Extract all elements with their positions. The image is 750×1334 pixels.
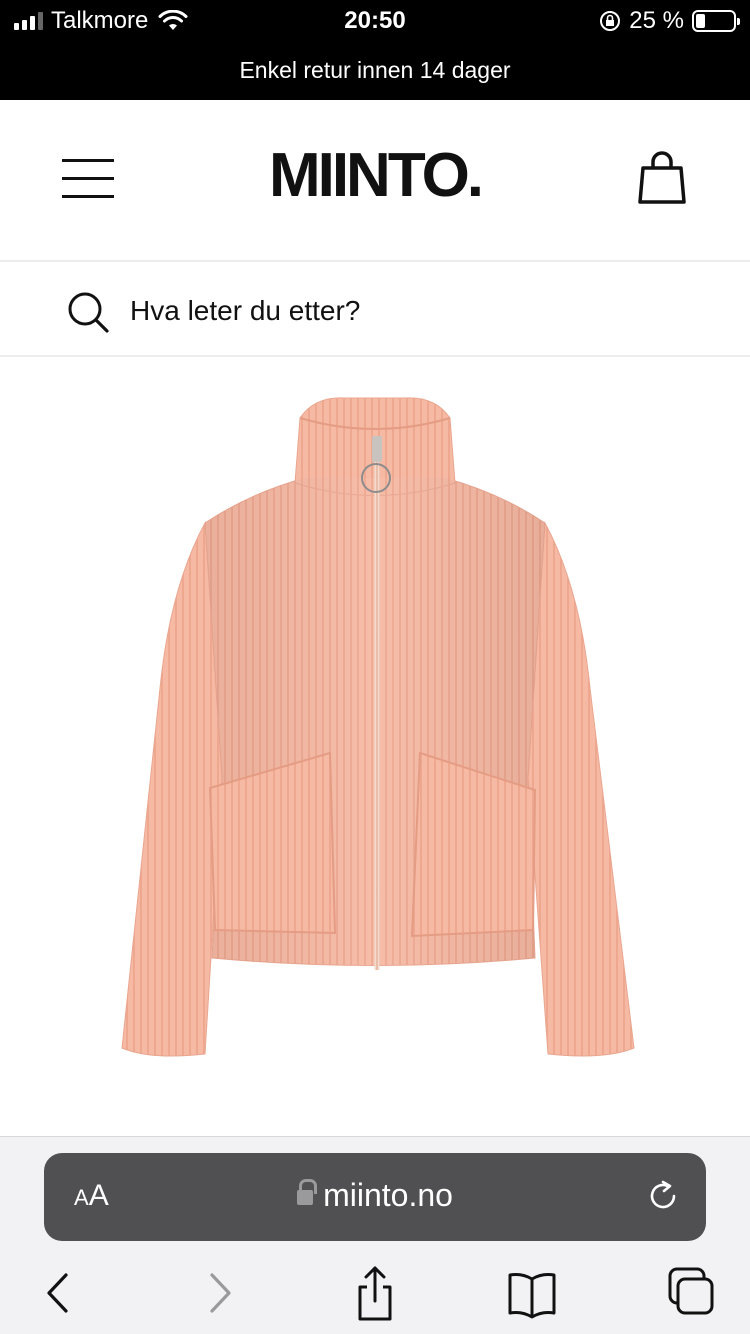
address-bar[interactable]: AA miinto.no xyxy=(44,1153,706,1241)
search-icon[interactable] xyxy=(66,290,110,334)
battery-percentage: 25 % xyxy=(629,7,684,34)
tabs-icon[interactable] xyxy=(660,1263,720,1323)
battery-icon xyxy=(692,10,740,32)
back-icon[interactable] xyxy=(28,1263,88,1323)
url-display[interactable]: miinto.no xyxy=(44,1177,706,1214)
orientation-lock-icon xyxy=(600,11,621,31)
promo-banner[interactable]: Enkel retur innen 14 dager xyxy=(0,42,750,100)
status-bar: Talkmore 20:50 25 % xyxy=(0,0,750,42)
browser-chrome: AA miinto.no xyxy=(0,1136,750,1334)
search-input[interactable] xyxy=(130,286,690,336)
browser-toolbar xyxy=(0,1263,750,1323)
share-icon[interactable] xyxy=(345,1263,405,1323)
bookmarks-icon[interactable] xyxy=(502,1263,562,1323)
battery-level xyxy=(696,14,705,28)
site-header: MIINTO. xyxy=(0,100,750,262)
cardigan-image xyxy=(121,397,635,1057)
lock-icon xyxy=(297,1179,318,1207)
shopping-bag-icon xyxy=(638,151,686,204)
reload-icon[interactable] xyxy=(646,1179,680,1213)
search-bar xyxy=(0,264,750,357)
cart-button[interactable] xyxy=(636,148,688,208)
forward-icon[interactable] xyxy=(190,1263,250,1323)
url-text: miinto.no xyxy=(323,1177,453,1213)
product-image[interactable] xyxy=(0,358,750,1136)
